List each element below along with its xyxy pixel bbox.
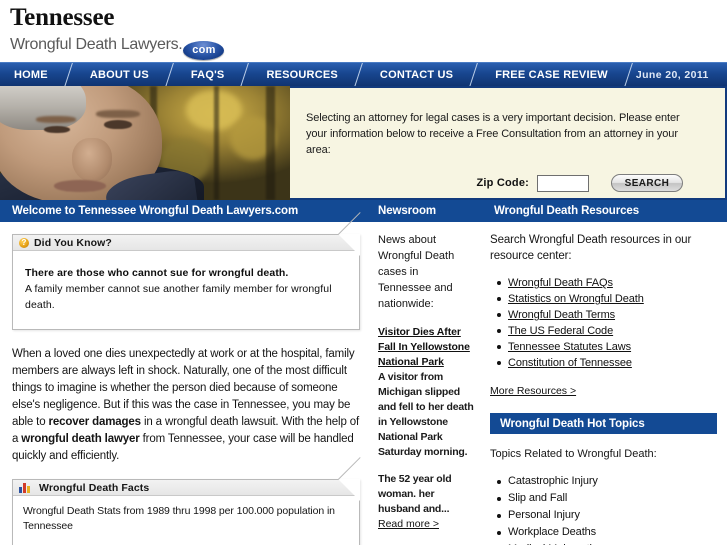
section-header-bar: Welcome to Tennessee Wrongful Death Lawy… xyxy=(0,200,727,222)
list-item[interactable]: Personal Injury xyxy=(497,507,717,524)
list-item[interactable]: The US Federal Code xyxy=(497,323,717,339)
section-title-resources: Wrongful Death Resources xyxy=(494,205,639,217)
photo-hair xyxy=(0,86,86,130)
resources-lead: Search Wrongful Death resources in our r… xyxy=(490,234,692,262)
list-item[interactable]: Wrongful Death Terms xyxy=(497,307,717,323)
nav-separator-icon xyxy=(467,63,481,86)
question-mark-icon: ? xyxy=(19,237,29,248)
resource-link-faqs[interactable]: Wrongful Death FAQs xyxy=(508,277,613,289)
news-read-more-link-1[interactable]: Read more > xyxy=(378,517,474,532)
search-button[interactable]: SEARCH xyxy=(611,174,683,192)
hero-section: Selecting an attorney for legal cases is… xyxy=(0,86,727,200)
hot-topic-workplace-deaths[interactable]: Workplace Deaths xyxy=(508,526,596,538)
photo-nose xyxy=(72,138,112,182)
nav-item-resources[interactable]: RESOURCES xyxy=(252,63,351,86)
nav-separator-icon xyxy=(238,63,252,86)
news-article-title-1[interactable]: Visitor Dies After Fall In Yellowstone N… xyxy=(378,325,474,370)
resource-link-terms[interactable]: Wrongful Death Terms xyxy=(508,309,615,321)
logo-state-name: Tennessee xyxy=(10,4,115,31)
hot-topic-slip-and-fall[interactable]: Slip and Fall xyxy=(508,492,567,504)
masthead: Tennessee Wrongful Death Lawyers. com xyxy=(0,0,727,62)
did-you-know-header: ? Did You Know? xyxy=(13,235,359,251)
more-resources-link[interactable]: More Resources > xyxy=(490,385,576,397)
hero-consultation-panel: Selecting an attorney for legal cases is… xyxy=(290,86,727,200)
list-item[interactable]: Slip and Fall xyxy=(497,490,717,507)
zip-code-label: Zip Code: xyxy=(476,177,529,189)
list-item[interactable]: Constitution of Tennessee xyxy=(497,355,717,371)
photo-brow xyxy=(36,116,76,123)
zip-code-input[interactable] xyxy=(537,174,589,192)
logo-tagline: Wrongful Death Lawyers. com xyxy=(10,35,727,60)
nav-separator-icon xyxy=(163,63,177,86)
bar-chart-icon xyxy=(19,482,32,493)
main-navigation: HOME ABOUT US FAQ'S RESOURCES CONTACT US… xyxy=(0,62,727,86)
did-you-know-line-2: A family member cannot sue another famil… xyxy=(25,283,332,311)
zip-search-form: Zip Code: SEARCH xyxy=(306,174,703,192)
intro-bold-recover-damages: recover damages xyxy=(48,416,142,428)
page-root: Tennessee Wrongful Death Lawyers. com HOM… xyxy=(0,0,727,545)
hot-topics-list: Catastrophic Injury Slip and Fall Person… xyxy=(490,473,717,545)
photo-eye xyxy=(44,126,70,133)
facts-description: Wrongful Death Stats from 1989 thru 1998… xyxy=(23,505,335,532)
com-badge-icon: com xyxy=(183,41,225,60)
resource-link-statistics[interactable]: Statistics on Wrongful Death xyxy=(508,293,644,305)
nav-item-contact-us[interactable]: CONTACT US xyxy=(366,63,467,86)
did-you-know-body: There are those who cannot sue for wrong… xyxy=(13,251,359,329)
facts-body: Wrongful Death Stats from 1989 thru 1998… xyxy=(13,496,359,545)
intro-paragraph: When a loved one dies unexpectedly at wo… xyxy=(12,346,360,465)
folded-corner-icon xyxy=(338,479,360,501)
facts-title: Wrongful Death Facts xyxy=(39,481,150,494)
resource-link-constitution[interactable]: Constitution of Tennessee xyxy=(508,357,632,369)
nav-separator-icon xyxy=(352,63,366,86)
list-item[interactable]: Workplace Deaths xyxy=(497,524,717,541)
photo-tree-trunk xyxy=(266,86,275,200)
list-item[interactable]: Tennessee Statutes Laws xyxy=(497,339,717,355)
intro-bold-wrongful-death-lawyer: wrongful death lawyer xyxy=(21,433,140,445)
photo-mouth xyxy=(54,180,106,192)
photo-brow xyxy=(96,110,140,118)
nav-item-about-us[interactable]: ABOUT US xyxy=(76,63,163,86)
list-item[interactable]: Statistics on Wrongful Death xyxy=(497,291,717,307)
hot-topics-lead: Topics Related to Wrongful Death: xyxy=(490,448,657,460)
facts-header: Wrongful Death Facts xyxy=(13,480,359,496)
did-you-know-title: Did You Know? xyxy=(34,236,112,249)
logo-tagline-text: Wrongful Death Lawyers. xyxy=(10,36,183,53)
newsroom-lead: News about Wrongful Death cases in Tenne… xyxy=(378,234,455,310)
hero-photo-elderly-man xyxy=(0,86,290,200)
resource-link-statutes[interactable]: Tennessee Statutes Laws xyxy=(508,341,631,353)
resources-column: Search Wrongful Death resources in our r… xyxy=(484,222,727,545)
photo-tree-trunk xyxy=(214,86,219,200)
wrongful-death-facts-panel: Wrongful Death Facts Wrongful Death Stat… xyxy=(12,479,360,545)
section-title-welcome: Welcome to Tennessee Wrongful Death Lawy… xyxy=(12,205,299,217)
nav-separator-icon xyxy=(62,63,76,86)
nav-separator-icon xyxy=(622,63,636,86)
newsroom-column: News about Wrongful Death cases in Tenne… xyxy=(372,222,484,543)
content-columns: ? Did You Know? There are those who cann… xyxy=(0,222,727,545)
nav-item-faqs[interactable]: FAQ'S xyxy=(177,63,239,86)
did-you-know-panel: ? Did You Know? There are those who cann… xyxy=(12,234,360,330)
section-title-newsroom: Newsroom xyxy=(378,205,436,217)
main-content-column: ? Did You Know? There are those who cann… xyxy=(0,222,372,545)
did-you-know-line-1: There are those who cannot sue for wrong… xyxy=(25,267,289,279)
folded-corner-icon xyxy=(338,234,360,256)
news-article-body-1: A visitor from Michigan slipped and fell… xyxy=(378,371,474,458)
nav-item-free-case-review[interactable]: FREE CASE REVIEW xyxy=(481,63,622,86)
resources-link-list: Wrongful Death FAQs Statistics on Wrongf… xyxy=(490,275,717,371)
resource-link-federal-code[interactable]: The US Federal Code xyxy=(508,325,613,337)
hot-topics-header: Wrongful Death Hot Topics xyxy=(490,413,717,434)
news-article-body-1b: The 52 year old woman. her husband and..… xyxy=(378,473,452,515)
hot-topic-catastrophic-injury[interactable]: Catastrophic Injury xyxy=(508,475,598,487)
list-item[interactable]: Wrongful Death FAQs xyxy=(497,275,717,291)
current-date: June 20, 2011 xyxy=(635,68,709,81)
list-item[interactable]: Medical Malpractice xyxy=(508,541,717,545)
list-item[interactable]: Catastrophic Injury xyxy=(497,473,717,490)
hot-topic-personal-injury[interactable]: Personal Injury xyxy=(508,509,580,521)
photo-eye xyxy=(104,120,132,129)
nav-item-home[interactable]: HOME xyxy=(0,63,62,86)
hero-description: Selecting an attorney for legal cases is… xyxy=(306,112,680,156)
